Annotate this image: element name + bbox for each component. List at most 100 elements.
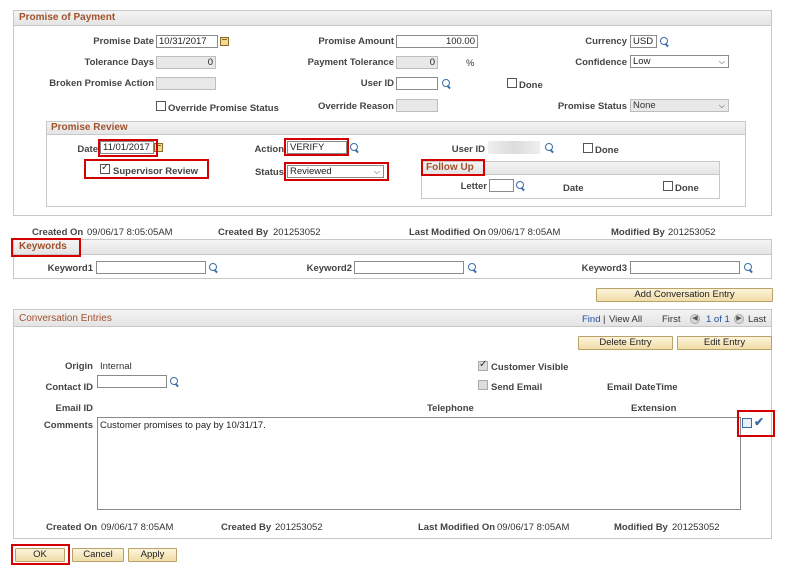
entry-last-modified-on-value: 09/06/17 8:05AM	[497, 522, 570, 533]
review-user-id-label: User ID	[451, 144, 485, 155]
search-icon[interactable]	[516, 181, 526, 191]
promise-amount-label: Promise Amount	[318, 36, 394, 47]
search-icon[interactable]	[209, 263, 219, 273]
search-icon[interactable]	[442, 79, 452, 89]
keyword3-label: Keyword3	[581, 263, 627, 274]
created-on-label: Created On	[32, 227, 84, 238]
promise-of-payment-header	[13, 10, 772, 26]
user-id-label: User ID	[360, 78, 394, 89]
override-reason-label: Override Reason	[317, 101, 394, 112]
keyword2-field[interactable]	[354, 261, 464, 274]
override-promise-status-label: Override Promise Status	[168, 103, 279, 114]
status-label: Status	[254, 167, 284, 178]
spell-check-highlight	[737, 410, 775, 437]
customer-visible-label: Customer Visible	[491, 362, 569, 373]
extension-label: Extension	[631, 403, 677, 414]
nav-separator: |	[603, 314, 606, 325]
follow-up-done-label: Done	[675, 183, 699, 194]
search-icon[interactable]	[744, 263, 754, 273]
created-by-label: Created By	[218, 227, 269, 238]
chevron-down-icon: ⌵	[718, 101, 725, 110]
page-indicator: 1 of 1	[706, 314, 730, 325]
modified-by-label: Modified By	[611, 227, 665, 238]
search-icon[interactable]	[468, 263, 478, 273]
previous-arrow-icon[interactable]: ◀	[690, 314, 700, 324]
find-link[interactable]: Find	[582, 314, 600, 325]
email-id-label: Email ID	[55, 403, 94, 414]
keywords-header	[13, 239, 772, 255]
comments-textarea[interactable]: Customer promises to pay by 10/31/17.	[97, 417, 741, 510]
confidence-select[interactable]: Low ⌵	[630, 55, 729, 68]
add-conversation-entry-button[interactable]: Add Conversation Entry	[596, 288, 773, 302]
override-promise-status-checkbox[interactable]	[156, 101, 166, 111]
search-icon[interactable]	[660, 37, 670, 47]
review-user-id-field	[488, 141, 540, 154]
apply-button[interactable]: Apply	[128, 548, 177, 562]
cancel-button[interactable]: Cancel	[72, 548, 124, 562]
currency-field[interactable]: USD	[630, 35, 657, 48]
entry-created-by-value: 201253052	[275, 522, 323, 533]
modified-by-value: 201253052	[668, 227, 716, 238]
override-reason-field	[396, 99, 438, 112]
promise-status-select: None ⌵	[630, 99, 729, 112]
contact-id-label: Contact ID	[45, 382, 94, 393]
send-email-checkbox	[478, 380, 488, 390]
keyword3-field[interactable]	[630, 261, 740, 274]
confidence-value: Low	[633, 56, 651, 67]
user-id-field[interactable]	[396, 77, 438, 90]
keywords-highlight	[11, 238, 81, 257]
promise-date-field[interactable]: 10/31/2017	[156, 35, 218, 48]
edit-entry-button[interactable]: Edit Entry	[677, 336, 772, 350]
search-icon[interactable]	[350, 143, 360, 153]
customer-visible-checkbox[interactable]	[478, 359, 488, 371]
review-date-highlight	[98, 139, 158, 157]
conversation-entries-title: Conversation Entries	[19, 313, 112, 324]
percent-sign: %	[466, 58, 475, 69]
delete-entry-button[interactable]: Delete Entry	[578, 336, 673, 350]
last-modified-on-value: 09/06/17 8:05AM	[488, 227, 561, 238]
keyword1-field[interactable]	[96, 261, 206, 274]
search-icon[interactable]	[545, 143, 555, 153]
broken-promise-action-field	[156, 77, 216, 90]
promise-review-header	[46, 121, 746, 135]
promise-date-label: Promise Date	[93, 36, 154, 47]
review-done-checkbox[interactable]	[583, 143, 593, 153]
status-highlight	[284, 162, 389, 181]
tolerance-days-field: 0	[156, 56, 216, 69]
last-modified-on-label: Last Modified On	[409, 227, 487, 238]
search-icon[interactable]	[170, 377, 180, 387]
entry-last-modified-on-label: Last Modified On	[418, 522, 496, 533]
promise-of-payment-title: Promise of Payment	[19, 12, 116, 23]
review-date-label: Date	[77, 144, 98, 155]
comments-label: Comments	[43, 420, 93, 431]
payment-tolerance-field: 0	[396, 56, 438, 69]
view-all-link[interactable]: View All	[609, 314, 642, 325]
entry-created-by-label: Created By	[221, 522, 272, 533]
supervisor-review-highlight	[84, 159, 209, 179]
ok-highlight	[11, 544, 70, 565]
calendar-icon[interactable]	[220, 37, 229, 46]
confidence-label: Confidence	[575, 57, 627, 68]
tolerance-days-label: Tolerance Days	[84, 57, 154, 68]
follow-up-highlight	[421, 159, 485, 176]
telephone-label: Telephone	[427, 403, 474, 414]
promise-amount-field[interactable]: 100.00	[396, 35, 478, 48]
done-checkbox[interactable]	[507, 78, 517, 88]
entry-created-on-value: 09/06/17 8:05AM	[101, 522, 174, 533]
send-email-label: Send Email	[491, 382, 543, 393]
created-on-value: 09/06/17 8:05:05AM	[87, 227, 173, 238]
currency-label: Currency	[585, 36, 627, 47]
action-label: Action	[254, 144, 284, 155]
origin-value: Internal	[100, 361, 132, 372]
follow-up-date-label: Date	[563, 183, 584, 194]
contact-id-field[interactable]	[97, 375, 167, 388]
promise-status-label: Promise Status	[557, 101, 627, 112]
promise-review-title: Promise Review	[51, 122, 128, 133]
chevron-down-icon: ⌵	[718, 57, 725, 66]
entry-created-on-label: Created On	[46, 522, 98, 533]
next-arrow-icon[interactable]: ▶	[734, 314, 744, 324]
broken-promise-action-label: Broken Promise Action	[49, 78, 154, 89]
follow-up-done-checkbox[interactable]	[663, 181, 673, 191]
done-label: Done	[519, 80, 543, 91]
letter-field[interactable]	[489, 179, 514, 192]
